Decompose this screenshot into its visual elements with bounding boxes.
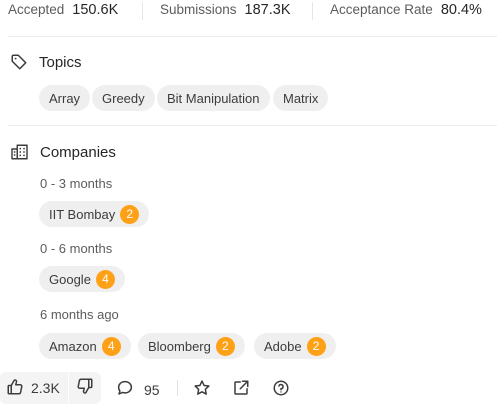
stat-label: Acceptance Rate: [330, 2, 433, 17]
share-button[interactable]: [232, 379, 250, 400]
count-badge: 4: [95, 269, 115, 289]
divider: [142, 2, 143, 20]
company-name: Bloomberg: [148, 338, 211, 354]
topics-header[interactable]: Topics: [10, 52, 82, 72]
count-badge: 2: [306, 336, 326, 356]
thumbs-down-icon: [76, 377, 94, 400]
stat-value: 80.4%: [440, 2, 482, 18]
period-label: 0 - 6 months: [40, 241, 113, 256]
tag-icon: [10, 53, 28, 71]
companies-header[interactable]: Companies: [10, 142, 116, 162]
favorite-button[interactable]: [193, 379, 211, 400]
section-title: Companies: [40, 143, 116, 161]
company-tag-amazon[interactable]: Amazon 4: [39, 333, 131, 359]
action-bar: 2.3K 95: [0, 370, 497, 404]
topic-tag-bit-manipulation[interactable]: Bit Manipulation: [157, 85, 270, 111]
like-button[interactable]: 2.3K: [0, 372, 68, 404]
company-tag-google[interactable]: Google 4: [39, 266, 125, 292]
stat-label: Submissions: [160, 2, 237, 17]
company-tag-bloomberg[interactable]: Bloomberg 2: [138, 333, 245, 359]
stats-row: Accepted 150.6K Submissions 187.3K Accep…: [0, 0, 497, 22]
topic-tag-greedy[interactable]: Greedy: [92, 85, 155, 111]
stat-acceptance-rate: Acceptance Rate 80.4%: [330, 2, 482, 18]
thumbs-up-icon: [6, 378, 24, 399]
company-tag-adobe[interactable]: Adobe 2: [254, 333, 336, 359]
topic-tag-array[interactable]: Array: [39, 85, 91, 111]
company-tag-iit-bombay[interactable]: IIT Bombay 2: [39, 201, 150, 227]
topic-tag-matrix[interactable]: Matrix: [273, 85, 329, 111]
count-badge: 4: [101, 336, 121, 356]
company-name: IIT Bombay: [49, 206, 116, 222]
building-icon: [10, 143, 29, 161]
stat-value: 187.3K: [244, 2, 291, 18]
count-badge: 2: [215, 336, 235, 356]
star-icon: [193, 379, 211, 400]
company-name: Google: [49, 271, 91, 287]
divider: [8, 36, 497, 37]
help-icon: [272, 379, 290, 400]
dislike-button[interactable]: [69, 372, 101, 404]
divider: [8, 125, 497, 126]
count-badge: 2: [120, 204, 140, 224]
comments-button[interactable]: 95: [116, 379, 160, 400]
company-name: Amazon: [49, 338, 97, 354]
stat-submissions: Submissions 187.3K: [160, 2, 291, 18]
comment-count: 95: [144, 381, 160, 398]
comment-icon: [116, 379, 134, 400]
company-name: Adobe: [264, 338, 302, 354]
divider: [312, 2, 313, 20]
vote-group: 2.3K: [0, 372, 101, 404]
stat-label: Accepted: [8, 2, 65, 17]
like-count: 2.3K: [31, 380, 60, 396]
period-label: 6 months ago: [40, 307, 119, 322]
stat-accepted: Accepted 150.6K: [8, 2, 118, 18]
help-button[interactable]: [272, 379, 290, 400]
external-link-icon: [232, 379, 250, 400]
period-label: 0 - 3 months: [40, 176, 113, 191]
section-title: Topics: [39, 53, 82, 71]
divider: [177, 380, 178, 396]
stat-value: 150.6K: [72, 2, 119, 18]
